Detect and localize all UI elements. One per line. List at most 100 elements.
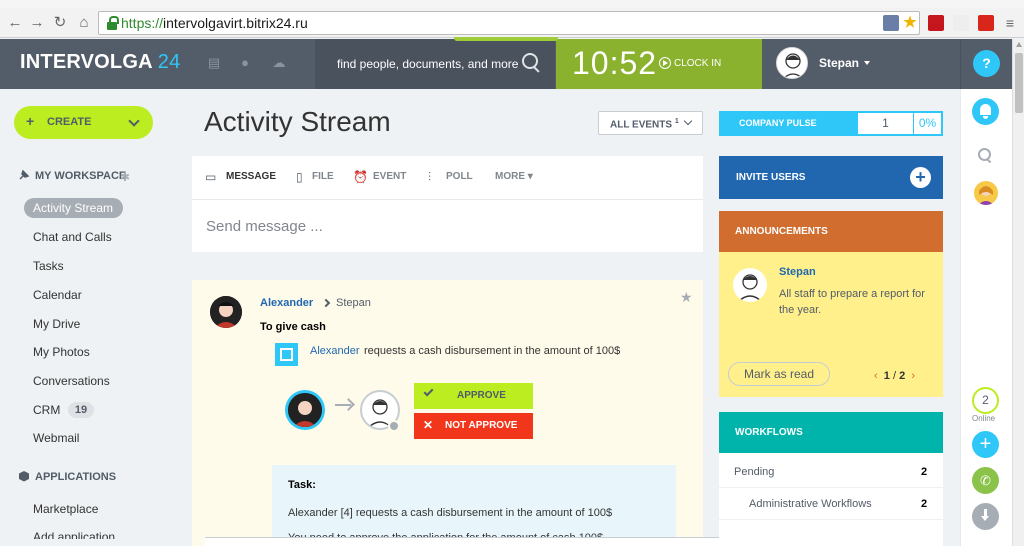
chat-icon[interactable]: ▤ [207, 56, 221, 70]
search-input[interactable]: find people, documents, and more [337, 57, 518, 71]
bitrix-extension-icon[interactable] [978, 15, 994, 31]
task-text: Alexander [4] requests a cash disburseme… [288, 507, 613, 519]
pdf-extension-icon[interactable] [928, 15, 944, 31]
post-recipient[interactable]: Stepan [336, 297, 371, 309]
tab-event[interactable]: EVENT [373, 171, 406, 182]
user-name[interactable]: Stepan [819, 56, 859, 70]
address-bar[interactable]: https://intervolgavirt.bitrix24.ru [98, 11, 920, 35]
add-user-button[interactable]: + [910, 167, 931, 188]
add-button[interactable]: + [972, 431, 999, 458]
pulse-value: 1 [858, 113, 913, 134]
chevron-down-icon [128, 115, 140, 127]
create-label: CREATE [47, 116, 92, 128]
workflow-count: 2 [921, 498, 928, 510]
search-bar[interactable]: find people, documents, and more [315, 39, 555, 89]
portal-logo[interactable]: INTERVOLGA 24 [20, 51, 180, 74]
sidebar-item-chat-and-calls[interactable]: Chat and Calls [33, 230, 112, 244]
sidebar-item-calendar[interactable]: Calendar [33, 288, 82, 302]
online-count[interactable]: 2 [972, 387, 999, 414]
tab-file[interactable]: FILE [312, 171, 334, 182]
tab-more[interactable]: MORE ▾ [495, 171, 533, 182]
announcement-avatar[interactable] [733, 268, 767, 302]
pin-icon [19, 169, 30, 180]
reload-icon[interactable]: ↻ [51, 14, 69, 32]
sidebar-item-tasks[interactable]: Tasks [33, 259, 64, 273]
url-text: https://intervolgavirt.bitrix24.ru [121, 15, 308, 31]
portal-header: INTERVOLGA 24 ▤ ● ☁ find people, documen… [0, 37, 1024, 89]
chevron-right-icon [321, 298, 331, 308]
workflow-row-pending[interactable]: Pending 2 [719, 456, 943, 488]
all-events-filter[interactable]: ALL EVENTS 1 [598, 111, 703, 135]
company-pulse-widget[interactable]: COMPANY PULSE 1 0% [719, 111, 943, 136]
tab-message[interactable]: MESSAGE [226, 171, 276, 182]
post-composer: ▭ MESSAGE ▯ FILE ⏰ EVENT ⫶ POLL MORE ▾ S… [192, 156, 703, 252]
invite-users-widget[interactable]: INVITE USERS + [719, 156, 943, 199]
workspace-title: MY WORKSPACE [35, 170, 127, 182]
notification-icon[interactable]: ● [238, 56, 252, 70]
clock-time: 10:52 [572, 45, 658, 81]
sidebar-item-activity-stream[interactable]: Activity Stream [24, 198, 123, 218]
back-icon[interactable]: ← [6, 14, 24, 32]
create-button[interactable]: + CREATE [14, 106, 153, 139]
workflow-label: Administrative Workflows [749, 498, 872, 510]
extension-icon[interactable] [953, 15, 969, 31]
gear-icon[interactable]: ✱ [120, 170, 130, 184]
post-author[interactable]: Alexander [260, 297, 313, 309]
sidebar-item-crm[interactable]: CRM [33, 403, 60, 417]
page-scrollbar[interactable] [1012, 39, 1024, 546]
forward-icon[interactable]: → [28, 14, 46, 32]
message-input[interactable]: Send message ... [206, 218, 323, 235]
user-avatar[interactable] [776, 47, 808, 79]
favorite-star-icon[interactable]: ★ [680, 289, 693, 306]
bell-icon[interactable] [972, 98, 999, 125]
sidebar-item-my-photos[interactable]: My Photos [33, 345, 90, 359]
cloud-icon[interactable]: ☁ [272, 56, 286, 70]
translate-icon[interactable] [883, 15, 899, 31]
download-icon[interactable] [972, 503, 999, 530]
scroll-up-icon[interactable] [1016, 42, 1022, 47]
menu-icon[interactable]: ≡ [1002, 15, 1018, 31]
search-icon[interactable] [978, 148, 992, 162]
not-approve-button[interactable]: ✕ NOT APPROVE [414, 413, 533, 439]
scroll-thumb[interactable] [1015, 53, 1023, 113]
contact-avatar[interactable] [974, 181, 998, 205]
sidebar-item-marketplace[interactable]: Marketplace [33, 502, 98, 516]
prev-icon[interactable]: ‹ [874, 370, 878, 382]
search-icon[interactable] [522, 53, 540, 71]
approve-button[interactable]: APPROVE [414, 383, 533, 409]
task-title: Task: [288, 479, 316, 491]
poll-icon: ⫶ [428, 170, 432, 184]
sidebar-item-webmail[interactable]: Webmail [33, 431, 79, 445]
workflows-header: WORKFLOWS [719, 412, 943, 453]
sidebar-item-add-application[interactable]: Add application [33, 530, 115, 539]
mark-as-read-button[interactable]: Mark as read [728, 362, 830, 386]
bookmark-star-icon[interactable]: ★ [902, 15, 918, 31]
announcement-author[interactable]: Stepan [779, 266, 816, 278]
file-icon: ▯ [296, 170, 303, 184]
next-icon[interactable]: › [911, 370, 915, 382]
sidebar-item-conversations[interactable]: Conversations [33, 374, 110, 388]
applications-title: APPLICATIONS [35, 471, 117, 483]
plus-icon: + [26, 113, 35, 129]
clock-in-label: CLOCK IN [674, 58, 722, 69]
workflow-icon [275, 343, 298, 366]
right-rail: 2 Online + ✆ [960, 89, 1012, 546]
browser-toolbar: ← → ↻ ⌂ https://intervolgavirt.bitrix24.… [0, 0, 1024, 38]
caret-down-icon[interactable] [864, 61, 870, 65]
alarm-icon: ⏰ [353, 170, 368, 184]
phone-icon[interactable]: ✆ [972, 467, 999, 494]
author-avatar[interactable] [210, 296, 242, 328]
requester-avatar[interactable] [285, 390, 325, 430]
not-approve-label: NOT APPROVE [445, 420, 518, 431]
sidebar-item-label: Activity Stream [33, 201, 114, 215]
tab-poll[interactable]: POLL [446, 171, 473, 182]
home-icon[interactable]: ⌂ [75, 14, 93, 32]
workflow-row-administrative[interactable]: Administrative Workflows 2 [719, 488, 943, 520]
workflows-list: Pending 2 Administrative Workflows 2 [719, 453, 943, 546]
task-details: Task: Alexander [4] requests a cash disb… [272, 465, 676, 546]
clock-in-widget[interactable]: 10:52 CLOCK IN [454, 37, 762, 89]
process-author[interactable]: Alexander [310, 345, 360, 357]
help-button[interactable]: ? [973, 50, 1000, 77]
sidebar-item-my-drive[interactable]: My Drive [33, 317, 80, 331]
post-title: To give cash [260, 321, 326, 333]
